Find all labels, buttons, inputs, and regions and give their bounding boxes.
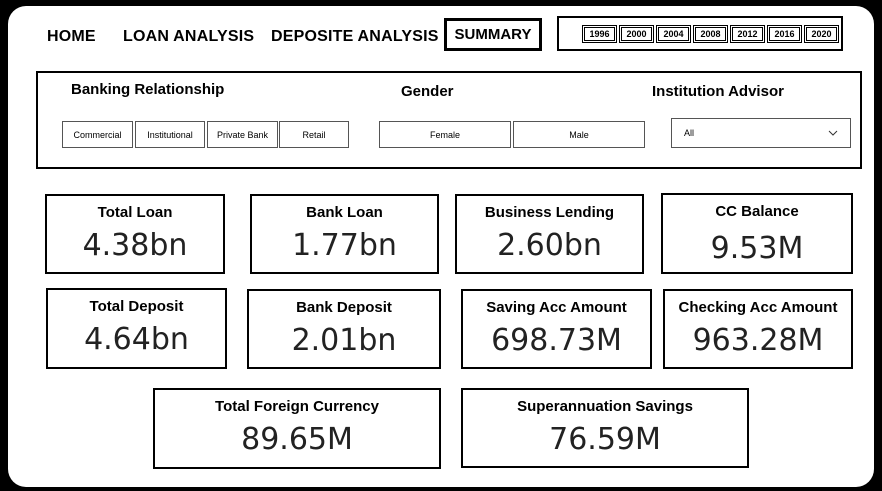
year-button-2004[interactable]: 2004 (656, 24, 691, 43)
year-button-2008[interactable]: 2008 (693, 24, 728, 43)
card-label: Total Deposit (89, 298, 184, 315)
filter-chip-male[interactable]: Male (513, 121, 645, 148)
gender-title: Gender (401, 83, 454, 100)
year-button-2012[interactable]: 2012 (730, 24, 765, 43)
card-label: Bank Deposit (296, 299, 392, 316)
card-label: Saving Acc Amount (486, 299, 627, 316)
card-business-lending: Business Lending 2.60bn (455, 194, 644, 274)
year-button-2000[interactable]: 2000 (619, 24, 654, 43)
year-slicer: 1996 2000 2004 2008 2012 2016 2020 (557, 16, 843, 51)
card-value: 698.73M (491, 323, 622, 358)
card-value: 4.64bn (84, 322, 189, 357)
card-total-deposit: Total Deposit 4.64bn (46, 288, 227, 369)
year-button-2016[interactable]: 2016 (767, 24, 802, 43)
card-value: 1.77bn (292, 228, 397, 263)
card-label: Business Lending (484, 204, 615, 221)
year-button-2020[interactable]: 2020 (804, 24, 839, 43)
card-bank-loan: Bank Loan 1.77bn (250, 194, 439, 274)
filter-panel: Banking Relationship Commercial Institut… (36, 71, 862, 169)
filter-chip-institutional[interactable]: Institutional (135, 121, 205, 148)
card-value: 4.38bn (82, 228, 188, 263)
card-cc-balance: CC Balance 9.53M (661, 193, 853, 274)
filter-chip-commercial[interactable]: Commercial (62, 121, 133, 148)
nav-home[interactable]: HOME (47, 28, 96, 46)
filter-chip-private-bank[interactable]: Private Bank (207, 121, 278, 148)
card-label: CC Balance (715, 203, 799, 220)
nav-deposite-analysis[interactable]: DEPOSITE ANALYSIS (271, 28, 439, 46)
card-label: Total Foreign Currency (215, 398, 379, 415)
year-button-1996[interactable]: 1996 (582, 24, 617, 43)
card-value: 89.65M (241, 422, 353, 457)
card-checking-acc-amount: Checking Acc Amount 963.28M (663, 289, 853, 369)
card-value: 76.59M (549, 422, 661, 457)
card-value: 9.53M (710, 231, 804, 266)
card-label: Checking Acc Amount (678, 299, 838, 316)
card-label: Total Loan (97, 204, 173, 221)
card-superannuation-savings: Superannuation Savings 76.59M (461, 388, 749, 468)
card-label: Superannuation Savings (517, 398, 693, 415)
card-value: 963.28M (692, 323, 824, 358)
nav-loan-analysis[interactable]: LOAN ANALYSIS (123, 28, 254, 46)
card-saving-acc-amount: Saving Acc Amount 698.73M (461, 289, 652, 369)
nav-summary[interactable]: SUMMARY (444, 18, 542, 51)
card-value: 2.60bn (497, 228, 602, 263)
card-bank-deposit: Bank Deposit 2.01bn (247, 289, 441, 369)
card-total-foreign-currency: Total Foreign Currency 89.65M (153, 388, 441, 469)
filter-chip-retail[interactable]: Retail (279, 121, 349, 148)
chevron-down-icon (828, 130, 838, 136)
filter-chip-female[interactable]: Female (379, 121, 511, 148)
card-label: Bank Loan (306, 204, 383, 221)
banking-relationship-title: Banking Relationship (71, 81, 225, 98)
card-value: 2.01bn (291, 323, 397, 358)
institution-advisor-title: Institution Advisor (652, 83, 784, 100)
institution-advisor-dropdown[interactable]: All (671, 118, 851, 148)
card-total-loan: Total Loan 4.38bn (45, 194, 225, 274)
dropdown-selected-value: All (684, 128, 695, 138)
